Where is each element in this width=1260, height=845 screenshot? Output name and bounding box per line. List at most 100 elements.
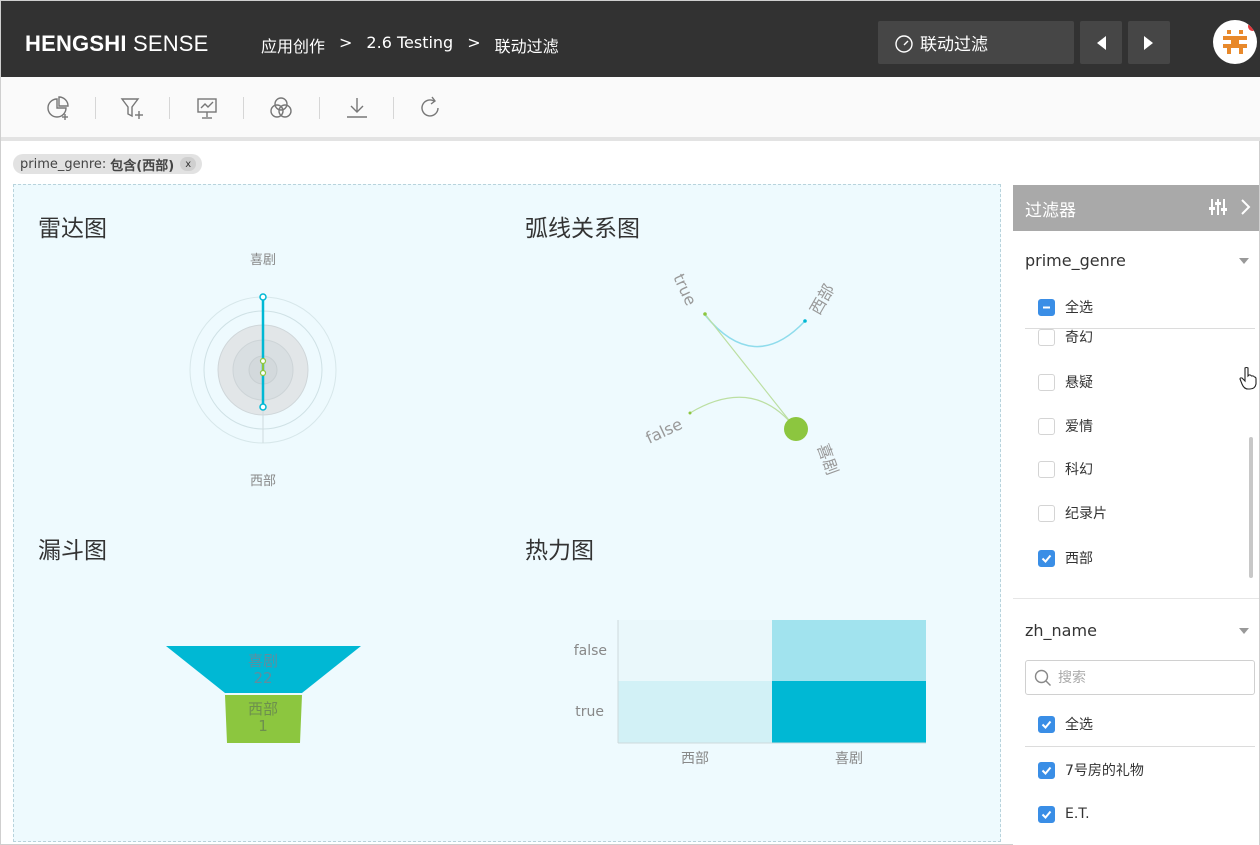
arc-chart[interactable]: true 西部 false 喜剧: [643, 271, 842, 478]
filter-panel: 过滤器 prime_genre 全选 奇幻 悬疑 爱情 科幻 纪录片 西部 zh…: [1013, 185, 1259, 845]
checkbox[interactable]: [1038, 373, 1055, 391]
toolbar: [1, 77, 1260, 141]
arc-link-false-comedy: [689, 396, 797, 430]
checkbox-indeterminate[interactable]: [1038, 298, 1055, 316]
option-label: 奇幻: [1065, 330, 1093, 346]
download-icon: [347, 98, 367, 118]
add-chart-icon: [47, 96, 69, 120]
sliders-icon[interactable]: [1208, 197, 1228, 217]
checkbox[interactable]: [1038, 329, 1055, 346]
brand-logo[interactable]: HENGSHI SENSE: [25, 31, 209, 57]
funnel-stage-west-name: 西部: [248, 700, 278, 718]
caret-down-icon[interactable]: [1239, 258, 1249, 264]
refresh-icon: [421, 96, 439, 117]
option-label: 科幻: [1065, 462, 1093, 478]
filter-panel-title: 过滤器: [1025, 200, 1076, 221]
filter-option[interactable]: 西部: [1038, 547, 1093, 569]
arc-label-false: false: [643, 414, 686, 447]
arc-link-true-west: [704, 314, 806, 348]
refresh-button[interactable]: [415, 93, 445, 123]
genre-options-list: 奇幻 悬疑 爱情 科幻 纪录片 西部: [1013, 329, 1247, 579]
heatmap-x-label-west: 西部: [681, 751, 709, 767]
checkbox-checked[interactable]: [1038, 549, 1055, 567]
option-label: 7号房的礼物: [1065, 763, 1144, 779]
caret-down-icon[interactable]: [1239, 628, 1249, 634]
radar-point: [259, 293, 267, 301]
radar-label-top: 喜剧: [250, 253, 276, 268]
check-icon: [1041, 554, 1052, 563]
checkbox[interactable]: [1038, 504, 1055, 522]
heatmap-cell-comedy-true: [772, 681, 926, 743]
dashboard-switcher-button[interactable]: 联动过滤: [878, 21, 1074, 64]
prev-dashboard-button[interactable]: [1080, 21, 1122, 64]
checkbox-checked[interactable]: [1038, 805, 1055, 823]
check-icon: [1041, 810, 1052, 819]
filter-option[interactable]: E.T.: [1038, 803, 1090, 825]
breadcrumb-item-app-name[interactable]: 2.6 Testing: [366, 33, 453, 57]
linkage-button[interactable]: [266, 93, 296, 123]
arc-link-true-comedy: [704, 313, 797, 430]
filter-tag-field: prime_genre:: [20, 156, 107, 172]
dashboard-canvas: 喜剧 西部 true 西部 false 喜剧 喜剧 22 西部 1 false …: [13, 184, 1001, 842]
arc-node-true: [703, 312, 707, 316]
hand-cursor-icon: [1239, 366, 1257, 390]
search-input[interactable]: [1058, 669, 1238, 686]
filter-option[interactable]: 奇幻: [1038, 329, 1093, 348]
funnel-chart[interactable]: 喜剧 22 西部 1: [166, 646, 361, 743]
filter-option[interactable]: 爱情: [1038, 415, 1093, 437]
arc-label-comedy: 喜剧: [813, 441, 842, 478]
divider: [1025, 746, 1255, 747]
filter-option[interactable]: 纪录片: [1038, 502, 1107, 524]
charts-svg: 喜剧 西部 true 西部 false 喜剧 喜剧 22 西部 1 false …: [166, 253, 926, 767]
heatmap-x-label-comedy: 喜剧: [835, 751, 863, 767]
user-avatar[interactable]: [1213, 20, 1257, 64]
breadcrumb-item-dashboard: 联动过滤: [494, 37, 559, 56]
heatmap-cell-comedy-false: [772, 620, 926, 681]
checkbox[interactable]: [1038, 417, 1055, 435]
select-all-option[interactable]: 全选: [1038, 713, 1093, 735]
download-button[interactable]: [342, 93, 372, 123]
active-filter-tag[interactable]: prime_genre: 包含(西部) x: [13, 154, 203, 174]
arc-node-comedy: [784, 417, 808, 441]
arc-node-west: [803, 319, 807, 323]
checkbox-checked[interactable]: [1038, 761, 1055, 779]
chevron-right-icon[interactable]: [1239, 197, 1253, 217]
add-filter-button[interactable]: [117, 93, 147, 123]
heatmap-cell-west-false: [618, 620, 772, 681]
funnel-stage-comedy-value: 22: [253, 669, 272, 687]
breadcrumb-item-app[interactable]: 应用创作: [261, 33, 325, 57]
breadcrumb: 应用创作 > 2.6 Testing > 联动过滤: [261, 33, 559, 57]
next-dashboard-button[interactable]: [1128, 21, 1170, 64]
check-icon: [1041, 766, 1052, 775]
option-label: 爱情: [1065, 419, 1093, 435]
heatmap-y-label-true: true: [575, 704, 604, 720]
heatmap-chart-title: 热力图: [525, 538, 594, 564]
filter-option[interactable]: 7号房的礼物: [1038, 759, 1144, 781]
checkbox-checked[interactable]: [1038, 715, 1055, 733]
filter-option[interactable]: 悬疑: [1038, 371, 1093, 393]
arc-node-false: [688, 411, 692, 415]
filter-field-zh-name[interactable]: zh_name: [1025, 621, 1097, 640]
toolbar-divider: [95, 97, 96, 119]
heatmap-chart[interactable]: false true 西部 喜剧: [574, 620, 926, 767]
filter-option[interactable]: 科幻: [1038, 458, 1093, 480]
toolbar-divider: [393, 97, 394, 119]
heatmap-y-label-false: false: [574, 643, 607, 659]
option-label: 悬疑: [1065, 375, 1093, 391]
checkbox[interactable]: [1038, 460, 1055, 478]
venn-icon: [270, 97, 292, 118]
radar-chart[interactable]: 喜剧 西部: [189, 253, 337, 489]
select-all-option[interactable]: 全选: [1038, 296, 1093, 318]
filter-tag-close-button[interactable]: x: [180, 157, 197, 171]
search-field[interactable]: [1025, 660, 1255, 695]
top-header: HENGSHI SENSE 应用创作 > 2.6 Testing > 联动过滤 …: [1, 1, 1260, 77]
add-chart-button[interactable]: [43, 93, 73, 123]
presentation-button[interactable]: [192, 93, 222, 123]
radar-point: [259, 403, 267, 411]
arc-label-true: true: [669, 271, 700, 309]
option-label: E.T.: [1065, 806, 1090, 822]
radar-chart-title: 雷达图: [38, 216, 107, 242]
filter-field-prime-genre[interactable]: prime_genre: [1025, 251, 1126, 270]
radar-point: [259, 357, 267, 365]
filter-list-scrollbar[interactable]: [1249, 437, 1253, 578]
